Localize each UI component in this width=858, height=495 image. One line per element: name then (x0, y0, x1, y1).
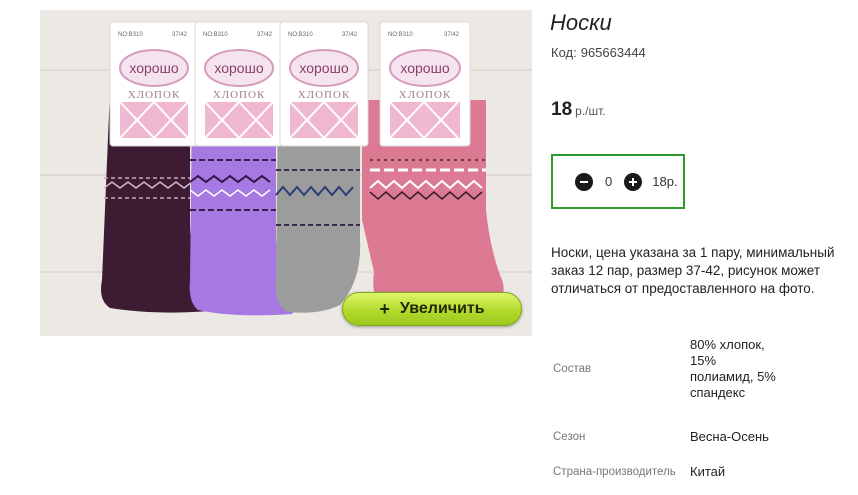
label-size: 37/42 (172, 32, 188, 38)
label-brand: хорошо (400, 60, 449, 76)
label-size: 37/42 (444, 32, 460, 38)
label-article: NO:B310 (118, 32, 143, 38)
property-label: Состав (553, 363, 592, 375)
label-article: NO:B310 (388, 32, 413, 38)
price-unit: р./шт. (575, 104, 606, 118)
package-label-3 (279, 21, 369, 147)
decrement-button[interactable] (575, 172, 593, 191)
product-image[interactable]: хорошо хорошо хорошо хорошо ХЛОПОК ХЛОПО… (40, 10, 532, 336)
product-code: Код: 965663444 (551, 45, 646, 60)
price: 18 р./шт. (551, 99, 606, 121)
quantity-stepper: 0 18р. (551, 154, 685, 209)
property-row: Сезон Весна-Осень (551, 418, 780, 456)
label-size: 37/42 (257, 32, 273, 38)
zoom-button-label: Увеличить (399, 300, 485, 317)
product-title: Носки (550, 10, 612, 35)
label-material: ХЛОПОК (298, 89, 351, 101)
label-brand: хорошо (129, 60, 178, 76)
label-article: NO:B310 (288, 32, 313, 38)
property-value: 80% хлопок, 15% полиамид, 5% спандекс (690, 337, 776, 400)
package-label-1 (109, 21, 199, 147)
label-material: ХЛОПОК (399, 89, 452, 101)
quantity-sum: 18р. (652, 174, 678, 189)
package-label-2 (194, 21, 284, 147)
property-value: Весна-Осень (690, 429, 769, 444)
label-brand: хорошо (214, 60, 263, 76)
price-value: 18 (551, 99, 573, 120)
property-label: Сезон (553, 431, 586, 443)
label-article: NO:B310 (203, 32, 228, 38)
property-row: Страна-производитель Китай (551, 456, 780, 488)
label-material: ХЛОПОК (213, 89, 266, 101)
property-label: Страна-производитель (553, 466, 676, 478)
package-label-4 (379, 21, 471, 147)
label-brand: хорошо (299, 60, 348, 76)
minus-icon (580, 180, 588, 183)
property-value: Китай (690, 464, 726, 479)
plus-icon (629, 177, 638, 186)
socks-photo: хорошо хорошо хорошо хорошо ХЛОПОК ХЛОПО… (40, 10, 532, 336)
properties-table: Состав 80% хлопок, 15% полиамид, 5% спан… (551, 320, 780, 488)
code-value: 965663444 (580, 45, 646, 60)
code-label: Код: (551, 45, 577, 60)
label-size: 37/42 (342, 32, 358, 38)
property-row: Состав 80% хлопок, 15% полиамид, 5% спан… (551, 320, 780, 418)
plus-icon: + (379, 298, 390, 319)
label-material: ХЛОПОК (128, 89, 181, 101)
quantity-value[interactable]: 0 (605, 174, 612, 189)
product-description: Носки, цена указана за 1 пару, минимальн… (551, 245, 835, 296)
increment-button[interactable] (624, 172, 643, 191)
zoom-button[interactable]: + Увеличить (342, 292, 522, 326)
